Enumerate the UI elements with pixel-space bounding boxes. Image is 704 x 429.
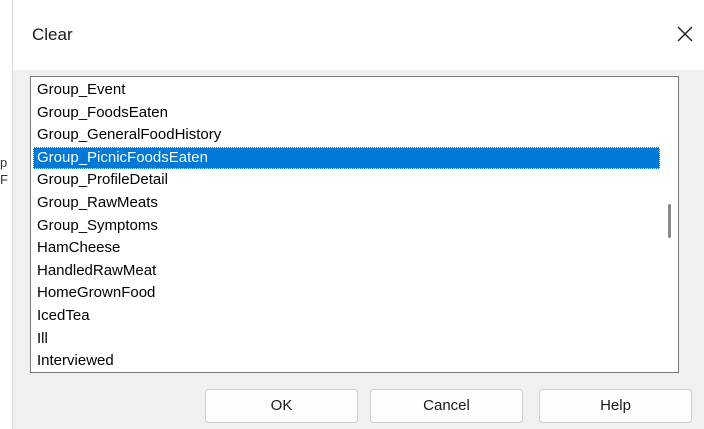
title-bar[interactable]: Clear — [13, 0, 704, 70]
list-item[interactable]: Group_GeneralFoodHistory — [33, 124, 660, 147]
dialog-title: Clear — [32, 25, 73, 44]
list-item[interactable]: Group_FoodsEaten — [33, 102, 660, 125]
cancel-button[interactable]: Cancel — [370, 389, 523, 423]
screen: p F Clear Group_Event Group_FoodsEaten Gro… — [0, 0, 704, 429]
background-text-fragment: F — [0, 172, 8, 187]
field-list: Group_Event Group_FoodsEaten Group_General… — [33, 79, 660, 372]
list-item[interactable]: Group_Symptoms — [33, 215, 660, 238]
field-listbox[interactable]: Group_Event Group_FoodsEaten Group_General… — [30, 76, 679, 373]
list-item[interactable]: IcedTea — [33, 305, 660, 328]
list-item[interactable]: Ill — [33, 328, 660, 351]
close-button[interactable] — [669, 18, 701, 50]
vertical-scrollbar[interactable] — [661, 77, 678, 372]
list-item[interactable]: HamCheese — [33, 237, 660, 260]
scrollbar-thumb[interactable] — [668, 204, 671, 238]
clear-dialog: Clear Group_Event Group_FoodsEaten Group_G… — [13, 0, 704, 429]
list-item[interactable]: Group_ProfileDetail — [33, 169, 660, 192]
list-item[interactable]: Group_RawMeats — [33, 192, 660, 215]
ok-button[interactable]: OK — [205, 389, 358, 423]
help-button[interactable]: Help — [539, 389, 692, 423]
list-item[interactable]: HomeGrownFood — [33, 282, 660, 305]
list-item[interactable]: HandledRawMeat — [33, 260, 660, 283]
list-item[interactable]: Group_Event — [33, 79, 660, 102]
background-window-edge: p F — [0, 0, 13, 429]
close-icon — [677, 26, 693, 42]
background-text-fragment: p — [0, 155, 8, 170]
list-item[interactable]: Interviewed — [33, 350, 660, 372]
list-item[interactable]: Group_PicnicFoodsEaten — [33, 146, 660, 170]
